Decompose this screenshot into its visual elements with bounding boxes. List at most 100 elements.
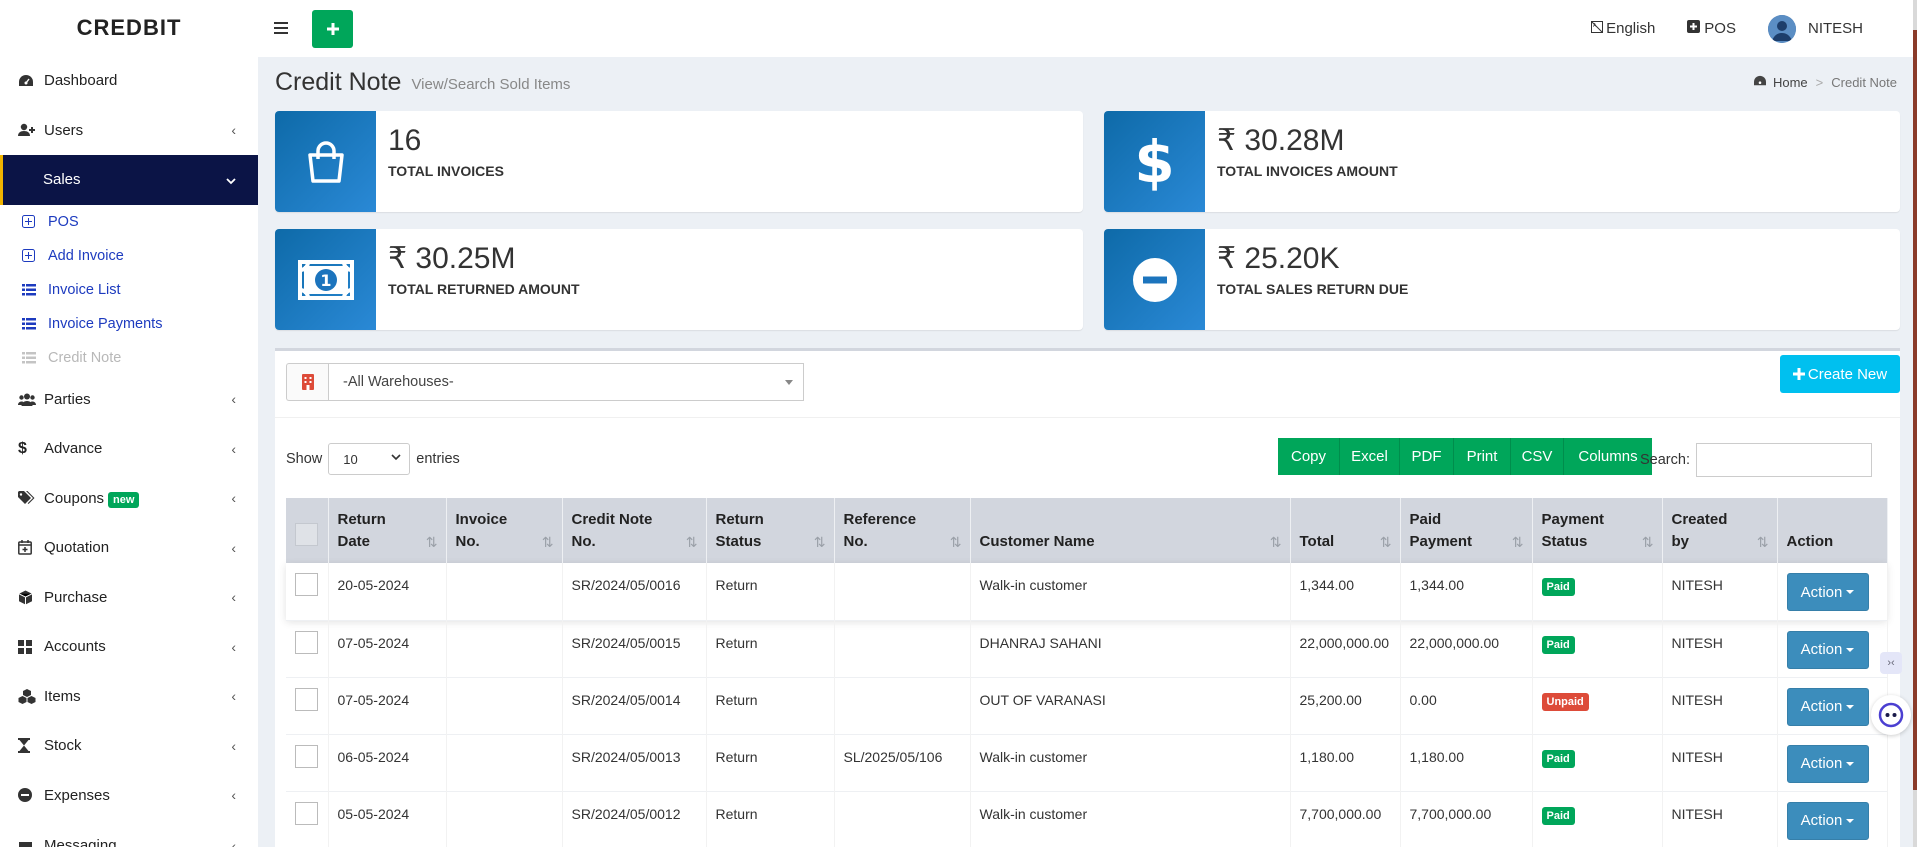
sidebar-item-accounts[interactable]: Accounts ‹ (0, 622, 258, 672)
cell-invoice-no (446, 563, 563, 620)
row-checkbox[interactable] (295, 801, 318, 825)
pdf-button[interactable]: PDF (1400, 438, 1454, 475)
checkbox (286, 677, 329, 734)
action-dropdown-button[interactable]: Action (1786, 630, 1869, 669)
column-header-reference-no[interactable]: Reference No. ⇅ (834, 498, 971, 563)
svg-text:1: 1 (320, 271, 331, 290)
action-dropdown-button[interactable]: Action (1786, 801, 1869, 840)
brand-logo[interactable]: CREDBIT (0, 0, 258, 56)
header-label: Payment Status (1541, 511, 1605, 550)
search-input[interactable] (1695, 443, 1872, 477)
print-button[interactable]: Print (1454, 438, 1511, 475)
minus-circle-icon (1104, 229, 1205, 330)
warehouse-select[interactable]: -All Warehouses- (328, 363, 804, 401)
column-header-return-status[interactable]: Return Status ⇅ (706, 498, 835, 563)
excel-button[interactable]: Excel (1340, 438, 1400, 475)
sidebar-item-purchase[interactable]: Purchase ‹ (0, 573, 258, 623)
cell-action: Action (1777, 677, 1888, 734)
sidebar-item-parties[interactable]: Parties ‹ (0, 375, 258, 425)
table-row: 07-05-2024 SR/2024/05/0014 Return OUT OF VA… (286, 677, 1888, 734)
sidebar-item-items[interactable]: Items ‹ (0, 672, 258, 722)
pos-link[interactable]: POS (1687, 20, 1736, 37)
cell-created-by: NITESH (1662, 620, 1778, 677)
copy-button[interactable]: Copy (1278, 438, 1340, 475)
sidebar-item-label: Stock (44, 737, 82, 755)
column-header-payment-status[interactable]: Payment Status ⇅ (1532, 498, 1663, 563)
action-dropdown-button[interactable]: Action (1786, 687, 1869, 726)
scrollbar-thumb[interactable] (1913, 30, 1917, 790)
cell-payment-status: Paid (1532, 620, 1663, 677)
cell-total: 25,200.00 (1290, 677, 1401, 734)
stat-label: TOTAL INVOICES AMOUNT (1217, 163, 1398, 179)
column-header-invoice-no[interactable]: Invoice No. ⇅ (446, 498, 563, 563)
calendar-plus-icon (18, 540, 44, 555)
sidebar-item-coupons[interactable]: Coupons new ‹ (0, 474, 258, 524)
sidebar: CREDBIT Dashboard Users ‹ Sales POS Add … (0, 0, 258, 847)
cell-return-date: 05-05-2024 (328, 791, 447, 847)
row-checkbox[interactable] (295, 573, 318, 596)
csv-button[interactable]: CSV (1511, 438, 1564, 475)
cell-payment-status: Paid (1532, 734, 1663, 791)
hamburger-menu-icon[interactable] (274, 17, 304, 40)
caret-down-icon (1846, 647, 1855, 652)
column-header-credit-note-no[interactable]: Credit Note No. ⇅ (562, 498, 707, 563)
chevron-left-icon: ‹ (231, 440, 236, 457)
sidebar-subitem-credit-note[interactable]: Credit Note (0, 341, 258, 375)
row-checkbox[interactable] (295, 630, 318, 654)
sidebar-item-sales[interactable]: Sales (0, 155, 258, 205)
header-label: Return Status (715, 511, 764, 550)
column-header-total[interactable]: Total ⇅ (1290, 498, 1401, 563)
action-dropdown-button[interactable]: Action (1786, 744, 1869, 783)
cell-invoice-no (446, 734, 563, 791)
sort-icon: ⇅ (813, 534, 826, 550)
sidebar-item-expenses[interactable]: Expenses ‹ (0, 771, 258, 821)
cell-return-date: 06-05-2024 (328, 734, 447, 791)
top-right-menu: A English POS NITESH (1559, 14, 1863, 43)
action-label: Action (1800, 583, 1843, 601)
row-checkbox[interactable] (295, 744, 318, 768)
sidebar-item-quotation[interactable]: Quotation ‹ (0, 523, 258, 573)
header-label: Return Date (337, 511, 386, 550)
page-scrollbar[interactable] (1913, 0, 1917, 847)
sidebar-item-label: Messaging (44, 837, 117, 847)
payment-status-badge: Paid (1541, 749, 1575, 768)
select-all-checkbox[interactable] (295, 523, 318, 546)
cell-created-by: NITESH (1662, 791, 1778, 847)
create-new-button[interactable]: Create New (1780, 355, 1900, 393)
sort-icon: ⇅ (1641, 534, 1654, 550)
sidebar-subitem-label: Credit Note (48, 349, 122, 366)
column-header-customer-name[interactable]: Customer Name ⇅ (970, 498, 1291, 563)
assistant-bot-icon[interactable] (1871, 695, 1911, 735)
sidebar-item-stock[interactable]: Stock ‹ (0, 721, 258, 771)
cell-total: 1,180.00 (1290, 734, 1401, 791)
create-new-label: Create New (1807, 365, 1888, 383)
chevron-left-icon: ‹ (231, 391, 236, 408)
column-header-return-date[interactable]: Return Date ⇅ (328, 498, 447, 563)
table-search: Search: (1640, 443, 1872, 477)
row-checkbox[interactable] (295, 687, 318, 711)
action-dropdown-button[interactable]: Action (1786, 573, 1869, 611)
language-selector[interactable]: A English (1591, 20, 1655, 37)
columns-button[interactable]: Columns (1564, 438, 1652, 475)
table-row: 20-05-2024 SR/2024/05/0016 Return Walk-in c… (286, 563, 1888, 620)
sidebar-subitem-invoice-list[interactable]: Invoice List (0, 273, 258, 307)
user-menu[interactable]: NITESH (1767, 14, 1863, 43)
chevron-left-icon: ‹ (231, 787, 236, 804)
column-header-created-by[interactable]: Created by ⇅ (1662, 498, 1778, 563)
sidebar-subitem-invoice-payments[interactable]: Invoice Payments (0, 307, 258, 341)
sidebar-subitem-pos[interactable]: POS (0, 205, 258, 239)
sidebar-item-label: Quotation (44, 539, 110, 557)
plus-square-icon (22, 249, 48, 262)
sidebar-item-users[interactable]: Users ‹ (0, 106, 258, 156)
breadcrumb-home[interactable]: Home (1773, 75, 1808, 90)
sidebar-item-label: Sales (43, 171, 81, 189)
expand-icon[interactable]: ›‹ (1880, 652, 1902, 674)
column-header-paid-payment[interactable]: Paid Payment ⇅ (1400, 498, 1533, 563)
stat-label: TOTAL SALES RETURN DUE (1217, 281, 1409, 297)
quick-add-button[interactable] (312, 9, 353, 48)
sidebar-subitem-add-invoice[interactable]: Add Invoice (0, 239, 258, 273)
entries-select[interactable]: 10 (328, 443, 411, 475)
sidebar-item-advance[interactable]: $ Advance ‹ (0, 424, 258, 474)
sidebar-item-messaging[interactable]: Messaging ‹ (0, 820, 258, 847)
sidebar-item-dashboard[interactable]: Dashboard (0, 56, 258, 106)
